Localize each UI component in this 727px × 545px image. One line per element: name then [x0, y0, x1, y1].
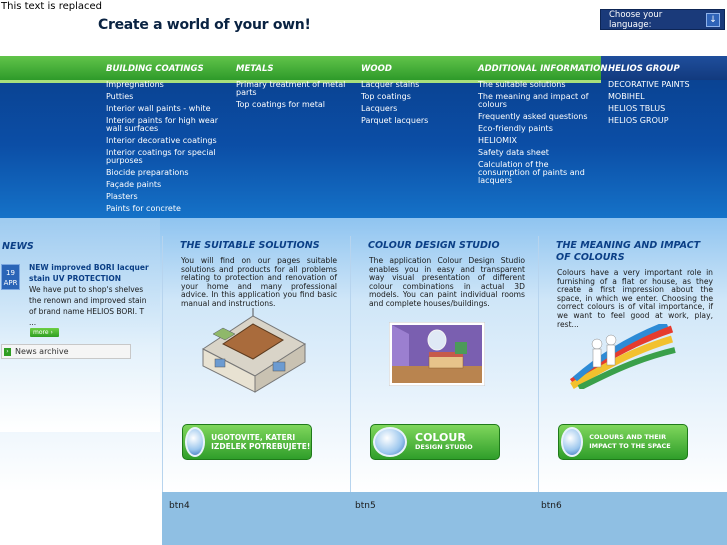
- menu-column-metals: METALS Primary treatment of metal parts …: [236, 56, 348, 113]
- colour-design-studio-button[interactable]: COLOUR DESIGN STUDIO: [370, 424, 500, 460]
- menu-item[interactable]: Biocide preparations: [106, 169, 224, 177]
- menu-item[interactable]: HELIOMIX: [478, 137, 596, 145]
- menu-heading[interactable]: HELIOS GROUP: [608, 56, 724, 80]
- chevron-down-icon[interactable]: ↓: [706, 12, 720, 27]
- palette-icon: [373, 427, 407, 457]
- menu-item[interactable]: Calculation of the consumption of paints…: [478, 161, 596, 185]
- menu-item[interactable]: Safety data sheet: [478, 149, 596, 157]
- panel-text: Colours have a very important role in fu…: [557, 268, 713, 329]
- news-archive-link[interactable]: › News archive: [1, 344, 131, 359]
- news-text: We have put to shop's shelves the renown…: [29, 285, 147, 327]
- menu-item[interactable]: Top coatings: [361, 93, 471, 101]
- more-button[interactable]: more ›: [30, 328, 59, 337]
- news-month: APR: [3, 279, 18, 287]
- menu-item[interactable]: DECORATIVE PAINTS: [608, 81, 724, 89]
- menu-column-wood: WOOD Lacquer stains Top coatings Lacquer…: [361, 56, 471, 129]
- language-selector[interactable]: Choose your language: ↓: [600, 9, 725, 30]
- colour-figures-illustration: [569, 324, 676, 389]
- bottom-button-bar: [162, 492, 727, 545]
- panel-colour-design-studio: COLOUR DESIGN STUDIO The application Col…: [350, 236, 536, 492]
- menu-item[interactable]: Eco-friendly paints: [478, 125, 596, 133]
- menu-item[interactable]: Lacquer stains: [361, 81, 471, 89]
- archive-label: News archive: [15, 347, 69, 356]
- menu-item[interactable]: Primary treatment of metal parts: [236, 81, 348, 97]
- cta-label: COLOURS AND THEIR IMPACT TO THE SPACE: [589, 433, 671, 450]
- menu-item[interactable]: HELIOS TBLUS: [608, 105, 724, 113]
- panel-text: The application Colour Design Studio ena…: [369, 256, 525, 308]
- cta-label-big: COLOUR: [415, 431, 466, 444]
- menu-item[interactable]: MOBIHEL: [608, 93, 724, 101]
- menu-heading[interactable]: WOOD: [361, 56, 471, 80]
- arrow-right-icon: ›: [4, 347, 11, 356]
- menu-column-additional-information: ADDITIONAL INFORMATION The suitable solu…: [478, 56, 607, 189]
- menu-item[interactable]: Frequently asked questions: [478, 113, 596, 121]
- menu-item[interactable]: Interior paints for high wear wall surfa…: [106, 117, 224, 133]
- menu-item[interactable]: Façade paints: [106, 181, 224, 189]
- news-day: 19: [6, 269, 15, 277]
- replaced-text: This text is replaced: [1, 1, 102, 12]
- panel-title[interactable]: THE MEANING AND IMPACT OF COLOURS: [556, 240, 716, 264]
- menu-item[interactable]: The suitable solutions: [478, 81, 596, 89]
- panel-meaning-of-colours: THE MEANING AND IMPACT OF COLOURS Colour…: [538, 236, 727, 492]
- menu-item[interactable]: HELIOS GROUP: [608, 117, 724, 125]
- menu-item[interactable]: Paints for concrete: [106, 205, 224, 213]
- news-headline[interactable]: NEW improved BORI lacquer stain UV PROTE…: [29, 262, 153, 284]
- menu-item[interactable]: Putties: [106, 93, 224, 101]
- panel-suitable-solutions: THE SUITABLE SOLUTIONS You will find on …: [162, 236, 348, 492]
- bottom-button[interactable]: btn5: [355, 501, 376, 511]
- menu-column-helios-group: HELIOS GROUP DECORATIVE PAINTS MOBIHEL H…: [608, 56, 724, 129]
- colours-impact-button[interactable]: COLOURS AND THEIR IMPACT TO THE SPACE: [558, 424, 688, 460]
- menu-item[interactable]: Parquet lacquers: [361, 117, 471, 125]
- cta-label: UGOTOVITE, KATERI IZDELEK POTREBUJETE!: [211, 433, 311, 451]
- menu-item[interactable]: Lacquers: [361, 105, 471, 113]
- menu-item[interactable]: Interior wall paints - white: [106, 105, 224, 113]
- slogan: Create a world of your own!: [98, 17, 311, 33]
- menu-heading[interactable]: ADDITIONAL INFORMATION: [478, 56, 607, 80]
- panel-text: You will find on our pages suitable solu…: [181, 256, 337, 308]
- cube-icon: [561, 427, 584, 457]
- lightbulb-icon: [185, 427, 206, 457]
- house-illustration: [202, 308, 306, 393]
- menu-item[interactable]: The meaning and impact of colours: [478, 93, 596, 109]
- menu-item[interactable]: Top coatings for metal: [236, 101, 348, 109]
- panel-title[interactable]: COLOUR DESIGN STUDIO: [368, 240, 538, 252]
- calendar-icon: 19 APR: [1, 264, 20, 290]
- news-title: NEWS: [2, 241, 34, 252]
- room-illustration: [389, 322, 485, 386]
- more-label: more: [33, 329, 49, 336]
- menu-column-building-coatings: BUILDING COATINGS Impregnations Putties …: [106, 56, 224, 217]
- menu-item[interactable]: Impregnations: [106, 81, 224, 89]
- bottom-button[interactable]: btn6: [541, 501, 562, 511]
- cta-label-small: DESIGN STUDIO: [415, 443, 473, 451]
- suitable-solutions-button[interactable]: UGOTOVITE, KATERI IZDELEK POTREBUJETE!: [182, 424, 312, 460]
- panel-title[interactable]: THE SUITABLE SOLUTIONS: [180, 240, 350, 252]
- menu-heading[interactable]: BUILDING COATINGS: [106, 56, 224, 80]
- bottom-button[interactable]: btn4: [169, 501, 190, 511]
- language-label: Choose your language:: [609, 9, 663, 30]
- menu-item[interactable]: Interior coatings for special purposes: [106, 149, 224, 165]
- menu-heading[interactable]: METALS: [236, 56, 348, 80]
- menu-item[interactable]: Plasters: [106, 193, 224, 201]
- menu-item[interactable]: Interior decorative coatings: [106, 137, 224, 145]
